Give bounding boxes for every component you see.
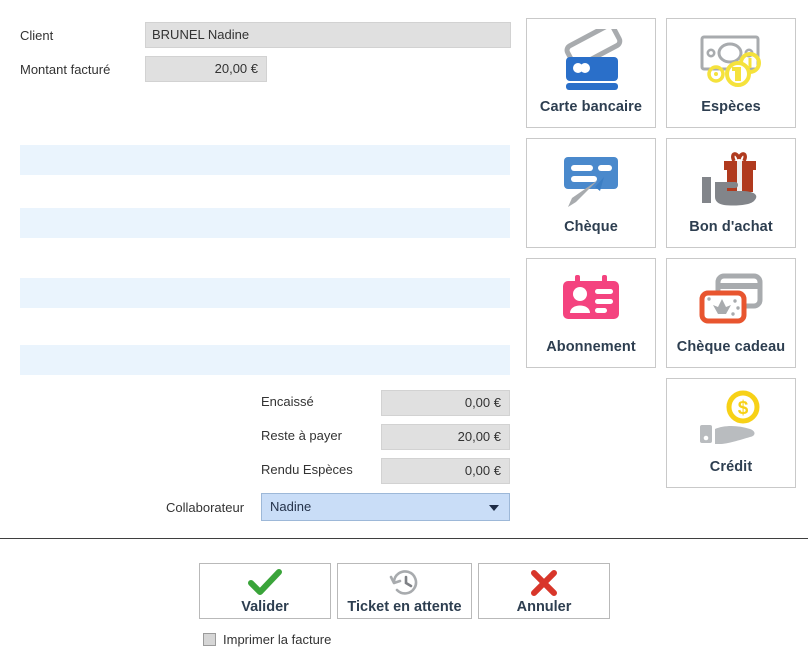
encaisse-value: 0,00 € [381, 390, 510, 416]
payment-method-abonnement[interactable]: Abonnement [526, 258, 656, 368]
payment-method-label: Abonnement [546, 339, 636, 355]
payment-method-cheque-cadeau[interactable]: Chèque cadeau [666, 258, 796, 368]
banknote-coins-icon [694, 19, 768, 99]
credit-card-icon [554, 19, 628, 99]
imprimer-facture-row[interactable]: Imprimer la facture [203, 632, 331, 647]
payment-method-bon-achat[interactable]: Bon d'achat [666, 138, 796, 248]
montant-facture-input[interactable]: 20,00 € [145, 56, 267, 82]
client-input[interactable]: BRUNEL Nadine [145, 22, 511, 48]
payment-form-pane: Client BRUNEL Nadine Montant facturé 20,… [0, 0, 520, 535]
cross-icon [529, 568, 559, 598]
hand-coin-icon: $ [694, 379, 768, 459]
payment-method-carte-bancaire[interactable]: Carte bancaire [526, 18, 656, 128]
annuler-label: Annuler [516, 598, 572, 615]
check-icon [248, 568, 282, 598]
valider-button[interactable]: Valider [199, 563, 331, 619]
payment-method-label: Bon d'achat [689, 219, 773, 235]
ticket-en-attente-button[interactable]: Ticket en attente [337, 563, 472, 619]
payment-method-label: Espèces [701, 99, 761, 115]
imprimer-facture-label: Imprimer la facture [223, 632, 332, 647]
payment-method-especes[interactable]: Espèces [666, 18, 796, 128]
gift-card-icon [694, 259, 768, 339]
id-badge-icon [554, 259, 628, 339]
payment-line-row[interactable] [20, 145, 510, 175]
payment-method-label: Carte bancaire [539, 99, 643, 115]
payment-line-row[interactable] [20, 278, 510, 308]
collaborateur-select[interactable]: Nadine [261, 493, 510, 521]
montant-facture-label: Montant facturé [20, 62, 111, 77]
footer-separator [0, 538, 808, 539]
payment-method-label: Chèque [564, 219, 618, 235]
collaborateur-label: Collaborateur [166, 500, 245, 515]
payment-method-label: Chèque cadeau [676, 339, 786, 355]
payment-method-label: Crédit [709, 459, 753, 475]
imprimer-facture-checkbox[interactable] [203, 633, 216, 646]
annuler-button[interactable]: Annuler [478, 563, 610, 619]
chevron-down-icon [489, 505, 499, 511]
ticket-en-attente-label: Ticket en attente [347, 598, 462, 615]
payment-method-credit[interactable]: $ Crédit [666, 378, 796, 488]
rendu-especes-value: 0,00 € [381, 458, 510, 484]
valider-label: Valider [241, 598, 289, 615]
svg-text:$: $ [738, 398, 749, 419]
payment-line-row[interactable] [20, 208, 510, 238]
payment-line-row[interactable] [20, 345, 510, 375]
cheque-pen-icon [554, 139, 628, 219]
reste-a-payer-value: 20,00 € [381, 424, 510, 450]
client-label: Client [20, 28, 54, 43]
hand-gift-icon [694, 139, 768, 219]
payment-method-cheque[interactable]: Chèque [526, 138, 656, 248]
collaborateur-selected-value: Nadine [270, 499, 312, 514]
clock-history-icon [389, 568, 421, 598]
